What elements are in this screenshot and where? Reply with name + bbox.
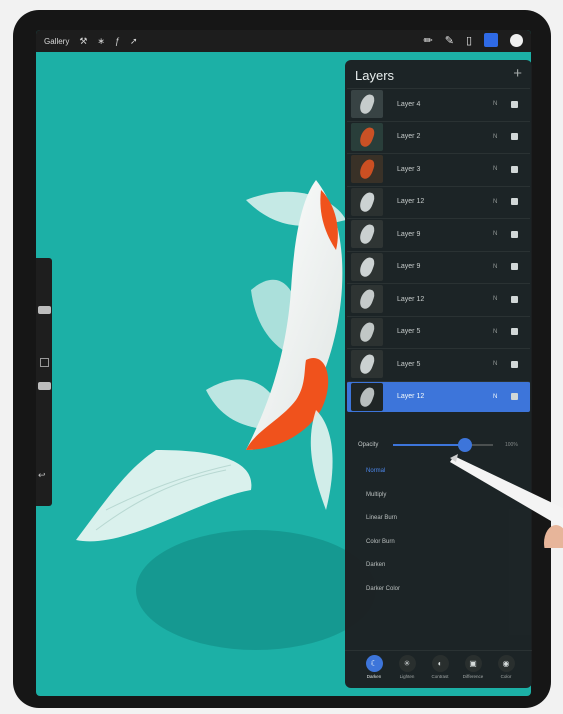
- mode-group-tab[interactable]: ◐ Contrast: [425, 655, 455, 679]
- layer-name: Layer 12: [397, 295, 425, 303]
- opacity-fill: [393, 444, 465, 446]
- blend-mode-option[interactable]: Normal: [366, 468, 385, 474]
- mode-group-icon: ☾: [365, 655, 383, 672]
- layer-visibility-checkbox[interactable]: [511, 328, 518, 335]
- add-layer-button[interactable]: +: [513, 65, 522, 82]
- layer-name: Layer 5: [397, 328, 421, 335]
- blend-mode-groups: ☾ Darken ✳ Lighten ◐ Contrast ▣ Difference ◉ Colo…: [345, 650, 532, 687]
- blend-mode-option[interactable]: Linear Burn: [366, 515, 397, 521]
- brush-icon[interactable]: ✏: [424, 34, 433, 47]
- layer-thumbnail: [351, 350, 383, 378]
- layer-visibility-checkbox[interactable]: [511, 263, 518, 270]
- smudge-icon[interactable]: ✎: [445, 34, 454, 47]
- mode-group-icon: ◉: [497, 655, 515, 672]
- apple-pencil: [450, 454, 563, 548]
- layer-visibility-checkbox[interactable]: [511, 295, 518, 303]
- mode-group-tab[interactable]: ◉ Color: [491, 655, 521, 679]
- mode-group-label: Color: [500, 674, 512, 679]
- left-sidebar: ↩: [36, 258, 52, 506]
- layer-visibility-checkbox[interactable]: [511, 198, 518, 205]
- opacity-label: Opacity: [358, 442, 379, 448]
- layer-row[interactable]: Layer 5 N: [347, 315, 530, 347]
- blend-mode-option[interactable]: Multiply: [366, 492, 386, 498]
- eraser-icon[interactable]: ▯: [466, 34, 472, 47]
- layers-panel: Layers + Layer 4 N Layer 2 N Layer 3 N Layer 1…: [345, 60, 532, 688]
- layer-row[interactable]: Layer 2 N: [347, 120, 530, 152]
- layer-blend-flag[interactable]: N: [493, 329, 511, 335]
- layer-row[interactable]: Layer 12 N: [347, 283, 530, 314]
- mode-group-icon: ▣: [464, 655, 482, 672]
- layer-blend-flag[interactable]: N: [493, 199, 511, 205]
- layer-blend-flag[interactable]: N: [493, 296, 511, 302]
- layer-blend-flag[interactable]: N: [493, 394, 511, 400]
- layer-name: Layer 5: [397, 360, 421, 368]
- layer-name: Layer 3: [397, 165, 421, 173]
- color-icon[interactable]: [510, 33, 523, 47]
- layer-row[interactable]: Layer 5 N: [347, 348, 530, 379]
- mode-group-label: Lighten: [399, 674, 415, 679]
- layer-thumbnail: [351, 252, 383, 281]
- layer-visibility-checkbox[interactable]: [511, 393, 518, 400]
- mode-group-icon: ✳: [398, 655, 416, 672]
- blend-mode-option[interactable]: Darker Color: [366, 586, 400, 592]
- layer-visibility-checkbox[interactable]: [511, 165, 518, 173]
- mode-group-icon: ◐: [431, 655, 449, 672]
- modify-square-icon[interactable]: [40, 358, 49, 367]
- layer-thumbnail: [351, 285, 383, 313]
- layer-thumbnail: [351, 317, 383, 346]
- layer-row[interactable]: Layer 9 N: [347, 218, 530, 249]
- mode-group-label: Difference: [462, 674, 484, 679]
- layer-name: Layer 2: [397, 133, 421, 140]
- layer-row[interactable]: Layer 12 N: [347, 185, 530, 217]
- layer-blend-flag[interactable]: N: [493, 166, 511, 172]
- brush-opacity-slider[interactable]: [38, 382, 51, 390]
- layer-name: Layer 12: [397, 393, 425, 400]
- layer-row[interactable]: Layer 9 N: [347, 250, 530, 282]
- layer-thumbnail: [351, 155, 383, 183]
- blend-mode-option[interactable]: Color Burn: [366, 539, 395, 545]
- mode-group-label: Contrast: [431, 674, 449, 679]
- layer-thumbnail: [351, 90, 383, 118]
- layer-name: Layer 12: [397, 198, 425, 205]
- layer-visibility-checkbox[interactable]: [511, 230, 518, 238]
- layer-visibility-checkbox[interactable]: [511, 100, 518, 108]
- layer-blend-flag[interactable]: N: [493, 264, 511, 270]
- layer-thumbnail: [351, 187, 383, 216]
- mode-group-tab[interactable]: ✳ Lighten: [392, 655, 422, 679]
- mode-group-label: Darken: [366, 674, 382, 679]
- undo-icon[interactable]: ↩: [38, 470, 46, 481]
- layer-blend-flag[interactable]: N: [493, 134, 511, 140]
- layers-icon[interactable]: [484, 33, 498, 47]
- layer-thumbnail: [351, 382, 383, 411]
- right-tool-group: ✏ ✎ ▯: [424, 33, 523, 47]
- layer-row[interactable]: Layer 4 N: [347, 88, 530, 119]
- layer-row[interactable]: Layer 3 N: [347, 153, 530, 184]
- layer-visibility-checkbox[interactable]: [511, 360, 518, 368]
- layer-thumbnail: [351, 122, 383, 151]
- layer-visibility-checkbox[interactable]: [511, 133, 518, 140]
- layer-thumbnail: [351, 220, 383, 248]
- mode-group-tab[interactable]: ☾ Darken: [359, 655, 389, 679]
- mode-group-tab[interactable]: ▣ Difference: [458, 655, 488, 679]
- layer-name: Layer 4: [397, 100, 421, 108]
- layers-title: Layers: [355, 68, 395, 83]
- layer-row[interactable]: Layer 12 N: [347, 380, 530, 412]
- layer-blend-flag[interactable]: N: [493, 101, 511, 107]
- layer-name: Layer 9: [397, 263, 421, 270]
- brush-size-slider[interactable]: [38, 306, 51, 314]
- opacity-slider[interactable]: [393, 438, 493, 452]
- layer-blend-flag[interactable]: N: [493, 361, 511, 367]
- blend-mode-option[interactable]: Darken: [366, 562, 385, 568]
- layer-name: Layer 9: [397, 230, 421, 238]
- layer-blend-flag[interactable]: N: [493, 231, 511, 237]
